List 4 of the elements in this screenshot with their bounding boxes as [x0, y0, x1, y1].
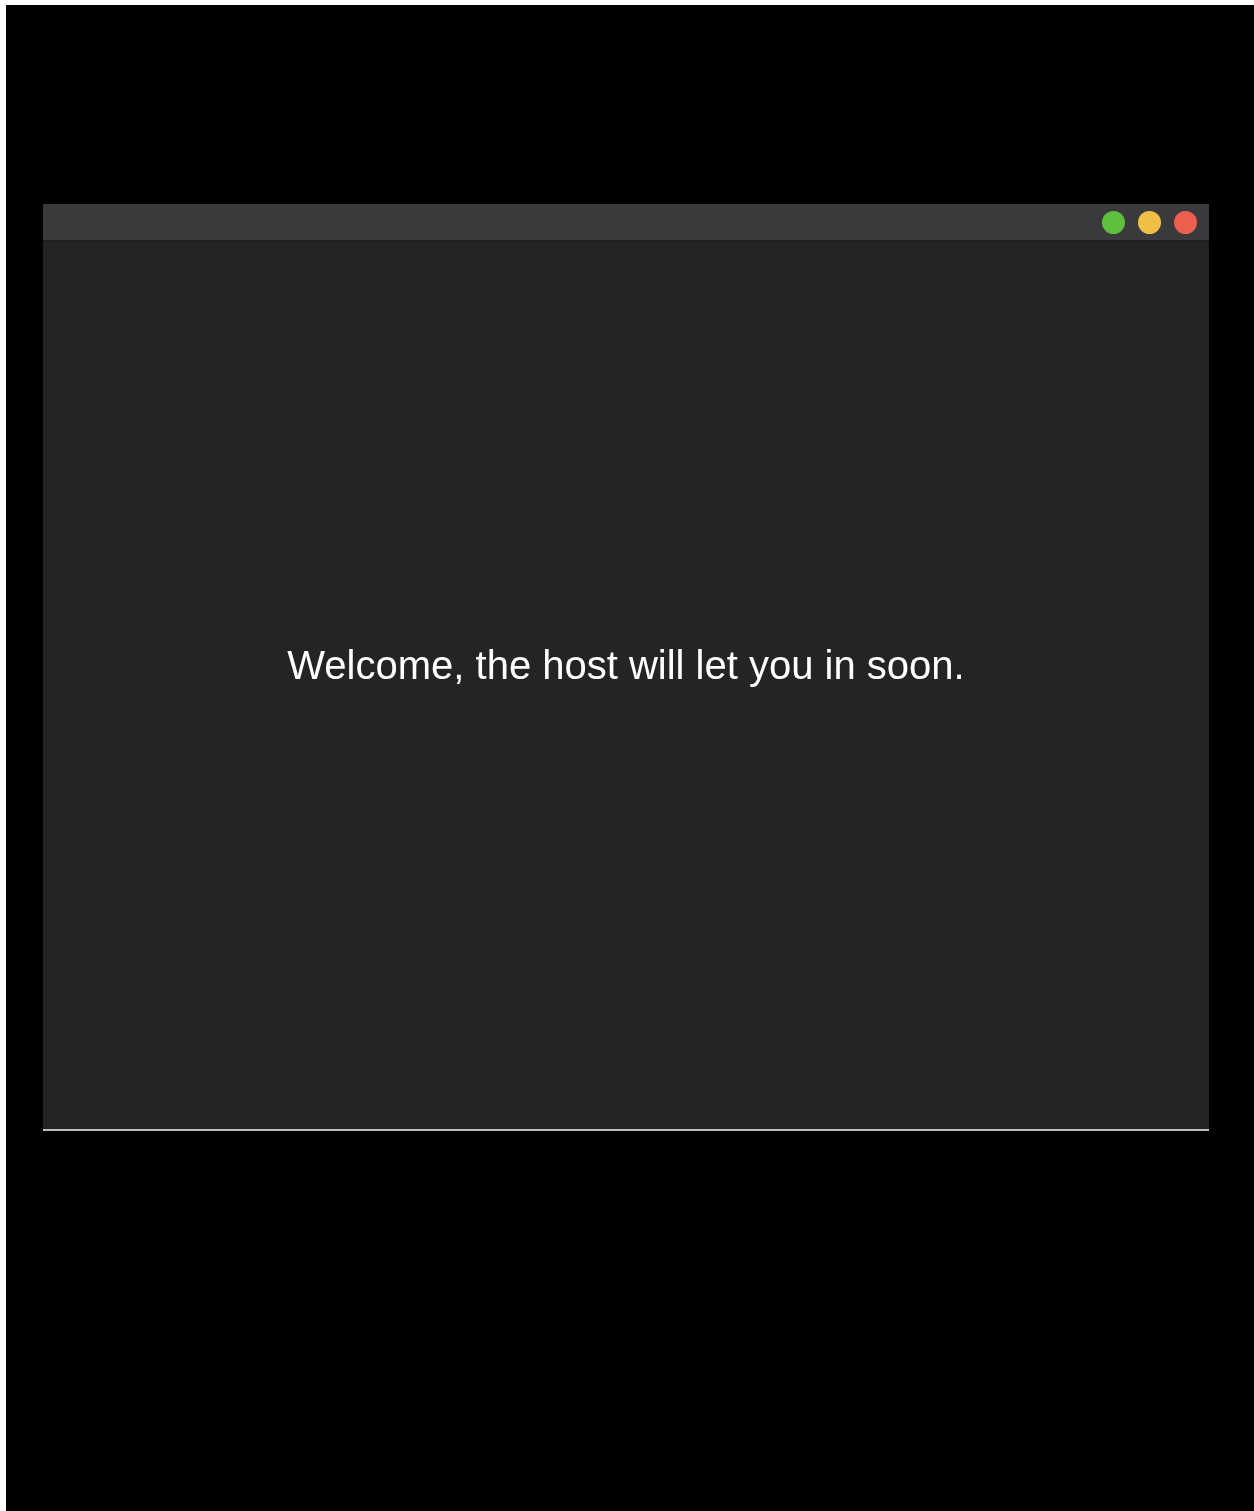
close-button[interactable]: [1174, 210, 1197, 234]
zoom-button[interactable]: [1102, 210, 1125, 234]
minimize-button[interactable]: [1138, 210, 1161, 234]
waiting-message: Welcome, the host will let you in soon.: [287, 642, 965, 689]
